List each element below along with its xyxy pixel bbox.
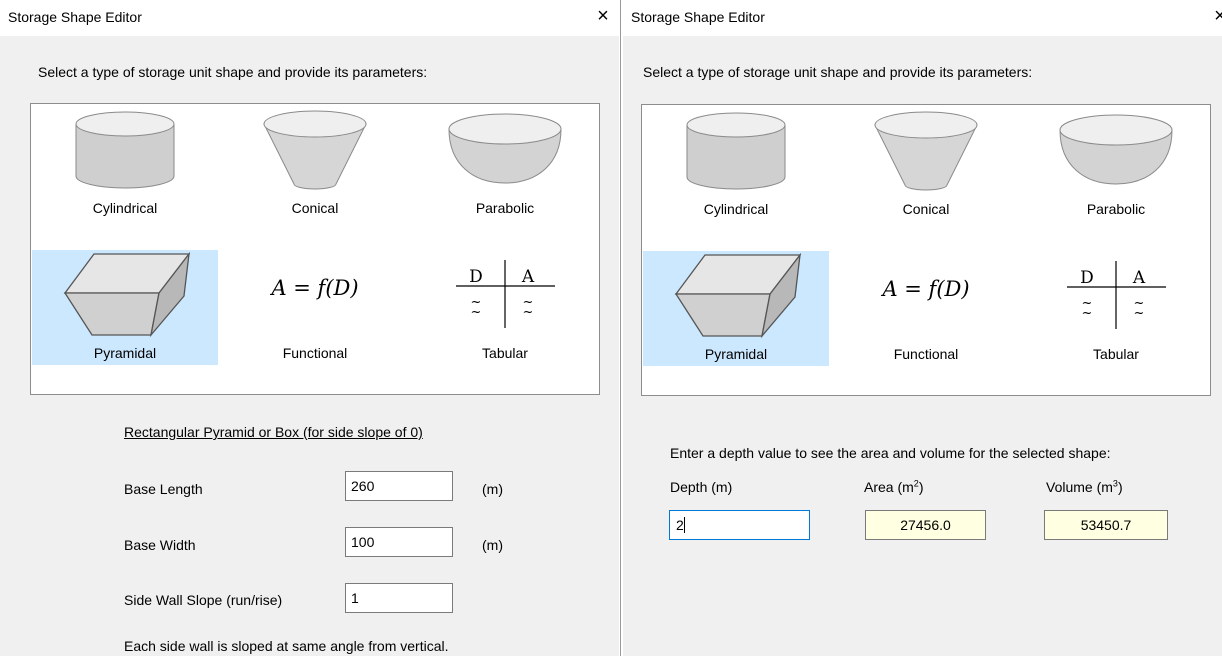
cylinder-icon xyxy=(686,112,786,190)
table-icon: D A ~ ~ ~ ~ xyxy=(456,260,555,328)
table-header-a: A xyxy=(1132,268,1146,288)
function-formula: A = f(D) xyxy=(271,276,359,300)
bowl-icon xyxy=(1059,114,1173,185)
shape-label: Pyramidal xyxy=(93,345,157,361)
area-column-label: Area (m2) xyxy=(864,478,924,495)
table-header-a: A xyxy=(521,267,535,287)
close-icon[interactable]: × xyxy=(593,4,613,28)
section-title: Rectangular Pyramid or Box (for side slo… xyxy=(124,424,423,440)
base-length-unit: (m) xyxy=(482,481,503,497)
table-header-d: D xyxy=(469,267,483,287)
shape-label: Functional xyxy=(282,345,348,361)
cylinder-icon xyxy=(75,111,175,189)
shape-editor-dialog-left: Storage Shape Editor × Select a type of … xyxy=(0,0,619,656)
shape-option-parabolic[interactable]: Parabolic xyxy=(412,105,598,220)
depth-input[interactable]: 2 xyxy=(669,510,810,540)
depth-column-label: Depth (m) xyxy=(670,479,733,495)
cone-icon xyxy=(263,110,367,190)
shape-selector: Cylindrical Conical Parabolic Pyramidal … xyxy=(30,103,600,395)
shape-option-cylindrical[interactable]: Cylindrical xyxy=(643,106,829,221)
shape-option-conical[interactable]: Conical xyxy=(222,105,408,220)
text-caret xyxy=(683,517,685,533)
svg-text:~: ~ xyxy=(523,305,534,320)
shape-prompt: Select a type of storage unit shape and … xyxy=(643,64,1033,80)
shape-label: Cylindrical xyxy=(92,200,158,216)
shape-option-functional[interactable]: A = f(D) Functional xyxy=(222,250,408,365)
title-bar: Storage Shape Editor × xyxy=(623,0,1222,36)
shape-label: Conical xyxy=(902,201,950,217)
slope-note: Each side wall is sloped at same angle f… xyxy=(124,638,449,654)
shape-option-functional[interactable]: A = f(D) Functional xyxy=(833,251,1019,366)
shape-prompt: Select a type of storage unit shape and … xyxy=(38,64,428,80)
shape-label: Tabular xyxy=(482,345,528,361)
pyramid-icon xyxy=(63,251,191,338)
function-formula: A = f(D) xyxy=(882,277,970,301)
shape-label: Functional xyxy=(893,346,959,362)
title-bar: Storage Shape Editor × xyxy=(0,0,619,36)
shape-editor-dialog-right: Storage Shape Editor × Select a type of … xyxy=(623,0,1222,656)
shape-option-tabular[interactable]: D A ~ ~ ~ ~ Tabular xyxy=(1023,251,1209,366)
shape-option-tabular[interactable]: D A ~ ~ ~ ~ Tabular xyxy=(412,250,598,365)
base-width-label: Base Width xyxy=(124,537,196,553)
depth-prompt: Enter a depth value to see the area and … xyxy=(670,445,1111,461)
window-title: Storage Shape Editor xyxy=(631,9,765,25)
cone-icon xyxy=(874,111,978,191)
pyramid-icon xyxy=(674,252,802,339)
close-icon[interactable]: × xyxy=(1210,4,1222,28)
shape-option-conical[interactable]: Conical xyxy=(833,106,1019,221)
table-icon: D A ~ ~ ~ ~ xyxy=(1067,261,1166,329)
shape-label: Conical xyxy=(291,200,339,216)
shape-label: Pyramidal xyxy=(704,346,768,362)
side-wall-slope-input[interactable]: 1 xyxy=(345,583,453,613)
table-header-d: D xyxy=(1080,268,1094,288)
base-length-label: Base Length xyxy=(124,481,203,497)
bowl-icon xyxy=(448,113,562,184)
base-width-input[interactable]: 100 xyxy=(345,527,453,557)
shape-option-cylindrical[interactable]: Cylindrical xyxy=(32,105,218,220)
svg-text:~: ~ xyxy=(1082,306,1093,321)
shape-label: Parabolic xyxy=(475,200,535,216)
shape-label: Parabolic xyxy=(1086,201,1146,217)
area-output: 27456.0 xyxy=(865,510,986,540)
side-wall-slope-label: Side Wall Slope (run/rise) xyxy=(124,592,283,608)
shape-label: Cylindrical xyxy=(703,201,769,217)
svg-text:~: ~ xyxy=(471,305,482,320)
base-length-input[interactable]: 260 xyxy=(345,471,453,501)
volume-column-label: Volume (m3) xyxy=(1046,478,1123,495)
shape-option-pyramidal[interactable]: Pyramidal xyxy=(643,251,829,366)
volume-output: 53450.7 xyxy=(1044,510,1168,540)
shape-option-parabolic[interactable]: Parabolic xyxy=(1023,106,1209,221)
shape-label: Tabular xyxy=(1093,346,1139,362)
window-title: Storage Shape Editor xyxy=(8,9,142,25)
shape-selector: Cylindrical Conical Parabolic Pyramidal xyxy=(641,104,1211,396)
svg-text:~: ~ xyxy=(1134,306,1145,321)
shape-option-pyramidal[interactable]: Pyramidal xyxy=(32,250,218,365)
base-width-unit: (m) xyxy=(482,537,503,553)
